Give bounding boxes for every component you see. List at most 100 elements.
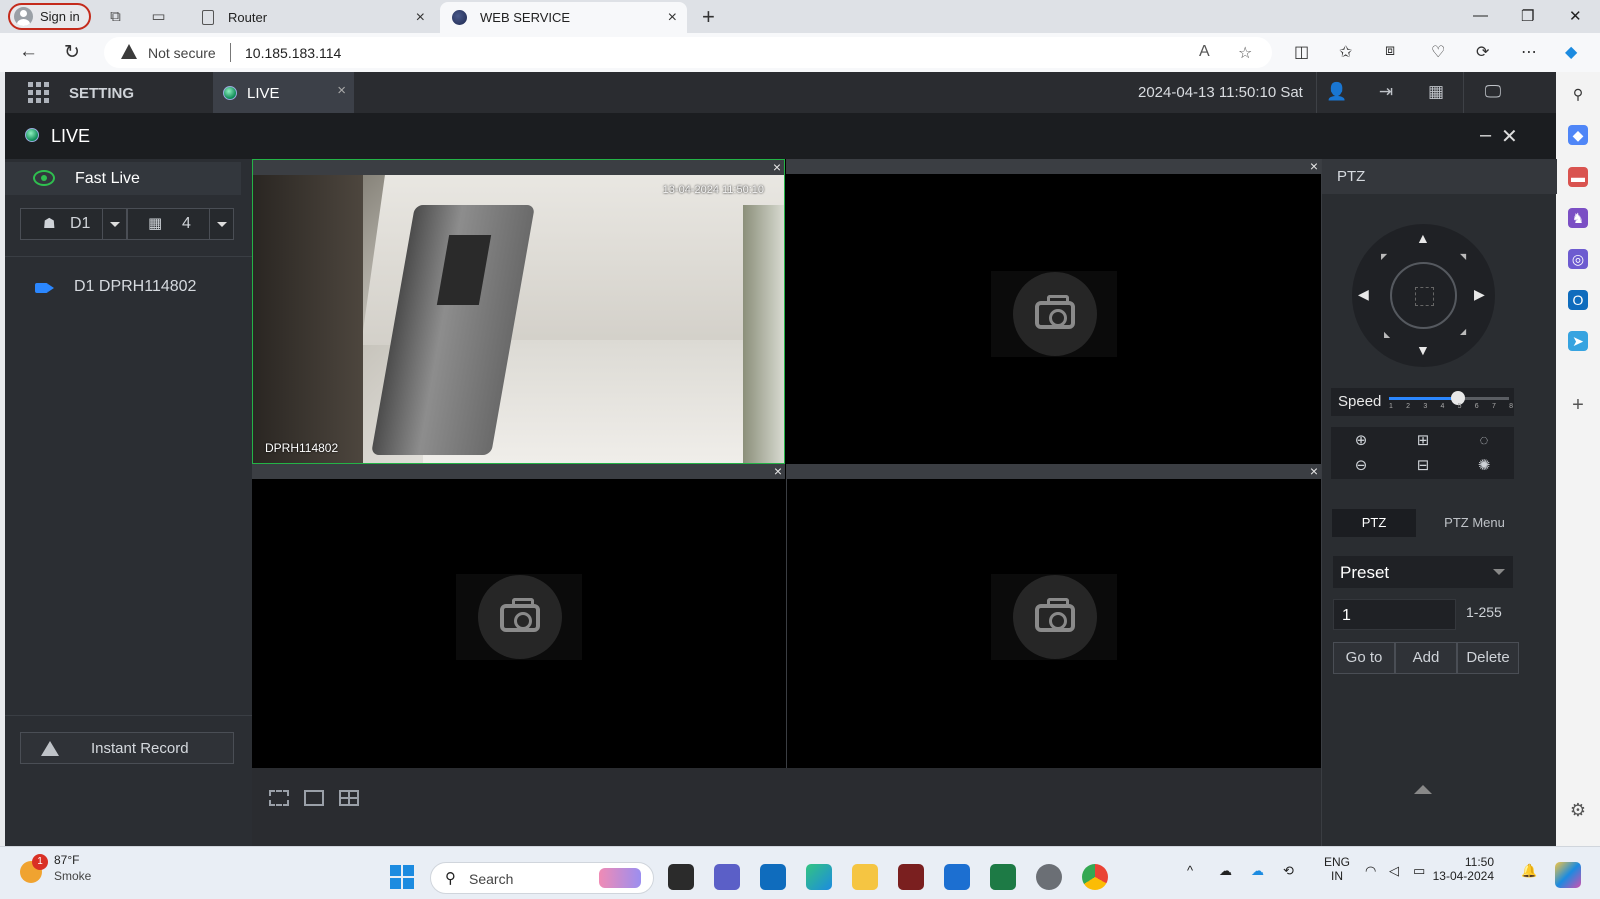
tab-ptz[interactable]: PTZ [1332, 509, 1416, 537]
video-cell-4[interactable]: × [786, 463, 1321, 768]
security-status[interactable]: Not secure [148, 45, 216, 61]
file-explorer-icon[interactable] [852, 864, 878, 890]
refresh-icon[interactable]: ↻ [64, 41, 80, 64]
back-arrow-icon[interactable]: ← [19, 41, 38, 63]
goto-preset-button[interactable]: Go to [1333, 642, 1395, 674]
focus-near-icon[interactable]: ⊞ [1413, 431, 1433, 451]
pan-up-right-icon[interactable]: ◥ [1460, 252, 1466, 261]
tab-actions-icon[interactable]: ▭ [150, 8, 167, 25]
collections-icon[interactable]: ⧈ [1385, 42, 1395, 60]
url-text[interactable]: 10.185.183.114 [245, 45, 341, 61]
volume-icon[interactable]: ◁ [1389, 863, 1399, 879]
main-menu-grid-icon[interactable] [28, 82, 49, 103]
video-cell-2[interactable]: × [786, 158, 1321, 464]
read-aloud-icon[interactable]: A [1199, 43, 1210, 61]
outlook-app-icon[interactable] [760, 864, 786, 890]
fast-live-button[interactable]: Fast Live [5, 162, 241, 195]
taskbar-search[interactable]: ⚲ Search [430, 862, 654, 894]
copilot-icon[interactable]: ◆ [1565, 42, 1577, 62]
settings-gear-icon[interactable]: ⚙ [1568, 800, 1588, 820]
close-cell-icon[interactable]: × [1310, 158, 1318, 174]
close-tab-icon[interactable]: × [668, 9, 677, 27]
pan-down-left-icon[interactable]: ◣ [1384, 330, 1390, 339]
tab-web-service[interactable]: WEB SERVICE × [440, 2, 687, 33]
preset-select[interactable]: Preset [1333, 556, 1513, 588]
omnibox[interactable]: Not secure 10.185.183.114 A ☆ [104, 37, 1272, 68]
input-language[interactable]: ENG IN [1323, 855, 1351, 883]
delete-preset-button[interactable]: Delete [1457, 642, 1519, 674]
close-window-button[interactable]: ✕ [1569, 7, 1582, 25]
media-app-icon[interactable] [898, 864, 924, 890]
video-cell-3[interactable]: × [252, 463, 785, 768]
pan-left-icon[interactable]: ◀ [1358, 286, 1369, 303]
collapse-up-icon[interactable] [1414, 785, 1432, 794]
speed-track[interactable] [1389, 391, 1509, 405]
ptz-center-button[interactable] [1390, 262, 1457, 329]
setting-menu[interactable]: SETTING [69, 85, 134, 102]
new-tab-button[interactable]: + [702, 4, 715, 30]
browser-essentials-icon[interactable]: ♡ [1431, 42, 1445, 62]
microsoft365-icon[interactable]: ◎ [1568, 249, 1588, 269]
teams-icon[interactable] [714, 864, 740, 890]
zoom-in-icon[interactable]: ⊕ [1351, 431, 1371, 451]
zoom-out-icon[interactable]: ⊖ [1351, 456, 1371, 476]
iris-close-icon[interactable]: ✺ [1474, 456, 1494, 476]
tab-ptz-menu[interactable]: PTZ Menu [1422, 509, 1527, 537]
live-tab[interactable]: LIVE × [213, 72, 354, 113]
pan-up-left-icon[interactable]: ◤ [1381, 252, 1387, 261]
video-cell-1[interactable]: × 13-04-2024 11:50:10 DPRH114802 [252, 159, 785, 464]
chrome-icon[interactable] [1082, 864, 1108, 890]
wifi-icon[interactable]: ◠ [1365, 863, 1376, 879]
pan-down-right-icon[interactable]: ◢ [1460, 327, 1466, 336]
sync-icon[interactable]: ⟲ [1283, 863, 1294, 879]
split-screen-icon[interactable]: ◫ [1294, 42, 1309, 62]
logout-icon[interactable]: ⇥ [1375, 82, 1397, 104]
signin-button[interactable]: Sign in [8, 3, 91, 30]
shopping-tag-icon[interactable]: ◆ [1568, 125, 1588, 145]
excel-icon[interactable] [990, 864, 1016, 890]
close-live-tab-icon[interactable]: × [337, 82, 346, 99]
onedrive-business-icon[interactable]: ☁ [1251, 863, 1264, 879]
device-list-item[interactable]: D1 DPRH114802 [5, 275, 252, 301]
chevron-down-icon[interactable] [209, 209, 233, 239]
pan-up-icon[interactable]: ▲ [1416, 230, 1430, 246]
close-tab-icon[interactable]: × [416, 9, 425, 27]
show-hidden-icons-icon[interactable]: ^ [1187, 863, 1193, 878]
fullscreen-monitor-icon[interactable]: 🖵 [1482, 82, 1504, 104]
preset-number-input[interactable]: 1 [1333, 599, 1456, 630]
favorite-star-icon[interactable]: ☆ [1238, 43, 1252, 63]
close-panel-icon[interactable]: ✕ [1501, 124, 1518, 149]
system-clock[interactable]: 11:50 13-04-2024 [1432, 855, 1494, 883]
close-cell-icon[interactable]: × [1310, 463, 1318, 479]
close-cell-icon[interactable]: × [773, 159, 781, 175]
workspaces-icon[interactable]: ⧉ [107, 8, 124, 25]
minimize-button[interactable]: — [1473, 7, 1488, 24]
user-icon[interactable]: 👤 [1326, 82, 1348, 104]
quad-view-icon[interactable] [339, 790, 359, 806]
qr-code-icon[interactable]: ▦ [1425, 82, 1447, 104]
battery-icon[interactable]: ▭ [1413, 863, 1425, 879]
send-icon[interactable]: ➤ [1568, 331, 1588, 351]
games-icon[interactable]: ♞ [1568, 208, 1588, 228]
instant-record-button[interactable]: Instant Record [20, 732, 234, 764]
close-cell-icon[interactable]: × [774, 463, 782, 479]
add-sidebar-app-icon[interactable]: + [1568, 395, 1588, 415]
iris-open-icon[interactable]: ◌ [1474, 431, 1494, 451]
outlook-icon[interactable]: O [1568, 290, 1588, 310]
focus-far-icon[interactable]: ⊟ [1413, 456, 1433, 476]
performance-icon[interactable]: ⟳ [1476, 42, 1489, 62]
speed-slider[interactable]: Speed 1 2 3 4 5 6 7 8 [1331, 388, 1514, 416]
add-preset-button[interactable]: Add [1395, 642, 1457, 674]
fit-screen-icon[interactable] [269, 790, 289, 806]
chevron-down-icon[interactable] [102, 209, 126, 239]
tab-router[interactable]: Router × [190, 2, 435, 33]
notifications-bell-icon[interactable]: 🔔 [1521, 863, 1537, 879]
tools-icon[interactable]: ▬ [1568, 167, 1588, 187]
single-view-icon[interactable] [304, 790, 324, 806]
split-select[interactable]: ▦ 4 [127, 208, 234, 240]
onedrive-icon[interactable]: ☁ [1219, 863, 1232, 879]
favorites-icon[interactable]: ✩ [1339, 42, 1352, 62]
more-options-icon[interactable]: ⋯ [1521, 42, 1537, 62]
windows-start-icon[interactable] [390, 865, 414, 889]
remote-desktop-icon[interactable] [944, 864, 970, 890]
